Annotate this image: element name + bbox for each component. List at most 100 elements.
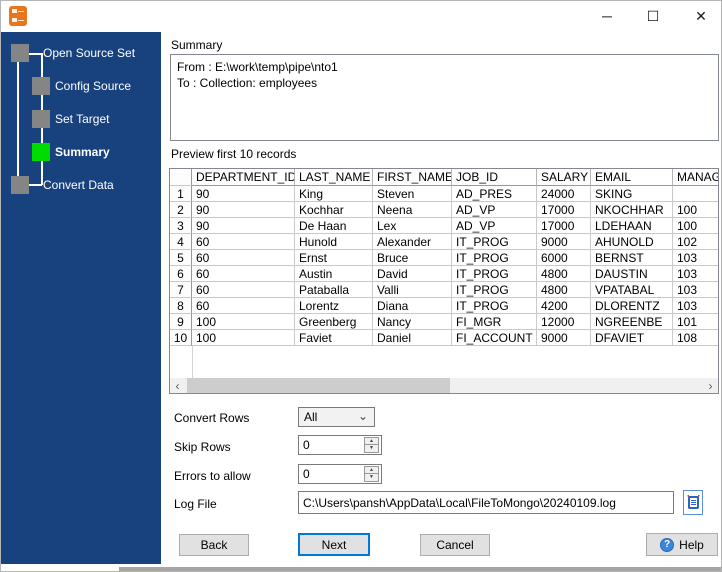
- table-cell: 4800: [537, 282, 591, 298]
- table-row[interactable]: 2 90 Kochhar Neena AD_VP 17000 NKOCHHAR 100: [170, 202, 718, 218]
- table-row[interactable]: 7 60 Pataballa Valli IT_PROG 4800 VPATABAL 103: [170, 282, 718, 298]
- table-row[interactable]: 4 60 Hunold Alexander IT_PROG 9000 AHUNOLD 102: [170, 234, 718, 250]
- step-label: Config Source: [55, 79, 132, 93]
- spin-up-icon[interactable]: ▲: [364, 437, 379, 445]
- sidebar-step-open-source-set: Open Source Set: [11, 44, 135, 62]
- scrollbar-thumb[interactable]: [187, 378, 450, 393]
- table-cell: 60: [192, 266, 295, 282]
- next-button[interactable]: Next: [298, 533, 370, 556]
- spin-up-icon[interactable]: ▲: [364, 466, 379, 474]
- corner-header-cell[interactable]: [170, 169, 192, 186]
- table-cell: Lorentz: [295, 298, 373, 314]
- table-row[interactable]: 1 90 King Steven AD_PRES 24000 SKING: [170, 186, 718, 202]
- table-cell: BERNST: [591, 250, 673, 266]
- table-cell: 17000: [537, 218, 591, 234]
- wizard-steps-sidebar: Open Source Set Config Source Set Target…: [1, 32, 161, 564]
- column-header[interactable]: JOB_ID: [452, 169, 537, 186]
- column-header[interactable]: LAST_NAME: [295, 169, 373, 186]
- table-cell: DFAVIET: [591, 330, 673, 346]
- column-header[interactable]: SALARY: [537, 169, 591, 186]
- maximize-button-icon[interactable]: ☐: [631, 1, 675, 31]
- minimize-button-icon[interactable]: ─: [585, 1, 629, 31]
- table-cell: IT_PROG: [452, 234, 537, 250]
- table-cell: Bruce: [373, 250, 452, 266]
- table-cell: 90: [192, 202, 295, 218]
- table-cell: Ernst: [295, 250, 373, 266]
- cancel-button[interactable]: Cancel: [420, 534, 490, 556]
- table-cell: AD_VP: [452, 218, 537, 234]
- column-header[interactable]: DEPARTMENT_ID: [192, 169, 295, 186]
- window-bottom-edge: [119, 567, 721, 571]
- horizontal-scrollbar[interactable]: ‹ ›: [170, 378, 718, 393]
- table-cell: FI_MGR: [452, 314, 537, 330]
- table-cell: 103: [673, 266, 718, 282]
- table-cell: 12000: [537, 314, 591, 330]
- step-label: Convert Data: [43, 178, 114, 192]
- skip-rows-stepper[interactable]: 0 ▲ ▼: [298, 435, 382, 455]
- column-header[interactable]: MANAGER_ID: [673, 169, 718, 186]
- table-cell: 103: [673, 282, 718, 298]
- table-row[interactable]: 8 60 Lorentz Diana IT_PROG 4200 DLORENTZ 103: [170, 298, 718, 314]
- table-cell: David: [373, 266, 452, 282]
- table-cell: Lex: [373, 218, 452, 234]
- table-cell: 103: [673, 250, 718, 266]
- table-cell: AD_VP: [452, 202, 537, 218]
- scroll-left-icon[interactable]: ‹: [170, 378, 185, 393]
- table-row[interactable]: 6 60 Austin David IT_PROG 4800 DAUSTIN 103: [170, 266, 718, 282]
- table-cell: 90: [192, 186, 295, 202]
- step-connector-line: [17, 62, 19, 176]
- log-file-browse-button[interactable]: [683, 490, 703, 515]
- sidebar-step-config-source: Config Source: [32, 77, 131, 95]
- table-cell: Nancy: [373, 314, 452, 330]
- convert-rows-select[interactable]: All ⌄: [298, 407, 375, 427]
- table-cell: NGREENBE: [591, 314, 673, 330]
- errors-to-allow-stepper[interactable]: 0 ▲ ▼: [298, 464, 382, 484]
- table-row[interactable]: 5 60 Ernst Bruce IT_PROG 6000 BERNST 103: [170, 250, 718, 266]
- help-icon: ?: [660, 537, 675, 552]
- table-cell: Hunold: [295, 234, 373, 250]
- close-button-icon[interactable]: ✕: [679, 1, 721, 31]
- convert-rows-label: Convert Rows: [174, 411, 250, 425]
- column-header[interactable]: FIRST_NAME: [373, 169, 452, 186]
- table-row[interactable]: 9 100 Greenberg Nancy FI_MGR 12000 NGREENBE 101: [170, 314, 718, 330]
- spin-down-icon[interactable]: ▼: [364, 474, 379, 482]
- summary-box: From : E:\work\temp\pipe\nto1 To : Colle…: [170, 54, 719, 141]
- table-cell: 103: [673, 298, 718, 314]
- scroll-right-icon[interactable]: ›: [703, 378, 718, 393]
- back-button[interactable]: Back: [179, 534, 249, 556]
- table-cell: 100: [192, 330, 295, 346]
- table-cell: FI_ACCOUNT: [452, 330, 537, 346]
- table-row[interactable]: 3 90 De Haan Lex AD_VP 17000 LDEHAAN 100: [170, 218, 718, 234]
- table-cell: 108: [673, 330, 718, 346]
- row-number: 9: [170, 314, 192, 330]
- column-header[interactable]: EMAIL: [591, 169, 673, 186]
- log-file-input[interactable]: [298, 491, 674, 514]
- table-cell: 60: [192, 250, 295, 266]
- table-cell: King: [295, 186, 373, 202]
- table-cell: Alexander: [373, 234, 452, 250]
- row-number: 3: [170, 218, 192, 234]
- table-row[interactable]: 10 100 Faviet Daniel FI_ACCOUNT 9000 DFAVIET 10…: [170, 330, 718, 346]
- sidebar-step-set-target: Set Target: [32, 110, 109, 128]
- table-cell: 60: [192, 282, 295, 298]
- row-number: 6: [170, 266, 192, 282]
- table-cell: Faviet: [295, 330, 373, 346]
- row-number: 7: [170, 282, 192, 298]
- table-cell: 60: [192, 234, 295, 250]
- step-label: Set Target: [55, 112, 110, 126]
- errors-to-allow-value: 0: [303, 467, 310, 481]
- table-cell: Pataballa: [295, 282, 373, 298]
- scrollbar-track[interactable]: [185, 378, 703, 393]
- table-cell: DAUSTIN: [591, 266, 673, 282]
- log-file-label: Log File: [174, 497, 217, 511]
- table-cell: IT_PROG: [452, 298, 537, 314]
- table-cell: DLORENTZ: [591, 298, 673, 314]
- table-cell: 100: [673, 202, 718, 218]
- spin-down-icon[interactable]: ▼: [364, 445, 379, 453]
- table-cell: De Haan: [295, 218, 373, 234]
- table-cell: 6000: [537, 250, 591, 266]
- help-button[interactable]: ? Help: [646, 533, 718, 556]
- table-cell: Daniel: [373, 330, 452, 346]
- table-cell: AD_PRES: [452, 186, 537, 202]
- table-cell: VPATABAL: [591, 282, 673, 298]
